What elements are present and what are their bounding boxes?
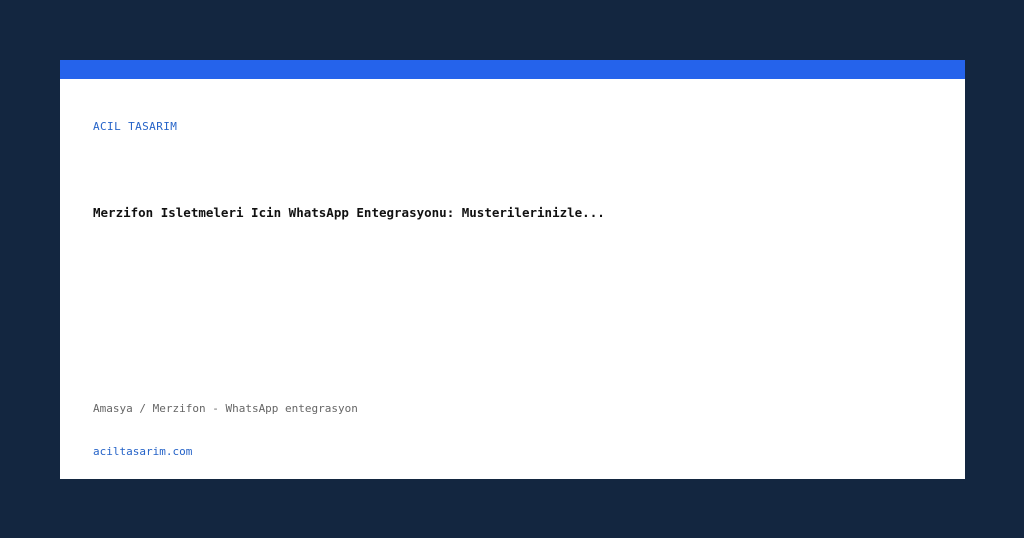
site-link[interactable]: aciltasarim.com (93, 445, 192, 458)
article-headline[interactable]: Merzifon Isletmeleri Icin WhatsApp Enteg… (93, 205, 605, 220)
brand-name: ACIL TASARIM (93, 120, 178, 133)
accent-bar (60, 60, 965, 79)
preview-card: ACIL TASARIM Merzifon Isletmeleri Icin W… (60, 60, 965, 479)
location-tagline: Amasya / Merzifon - WhatsApp entegrasyon (93, 402, 358, 415)
